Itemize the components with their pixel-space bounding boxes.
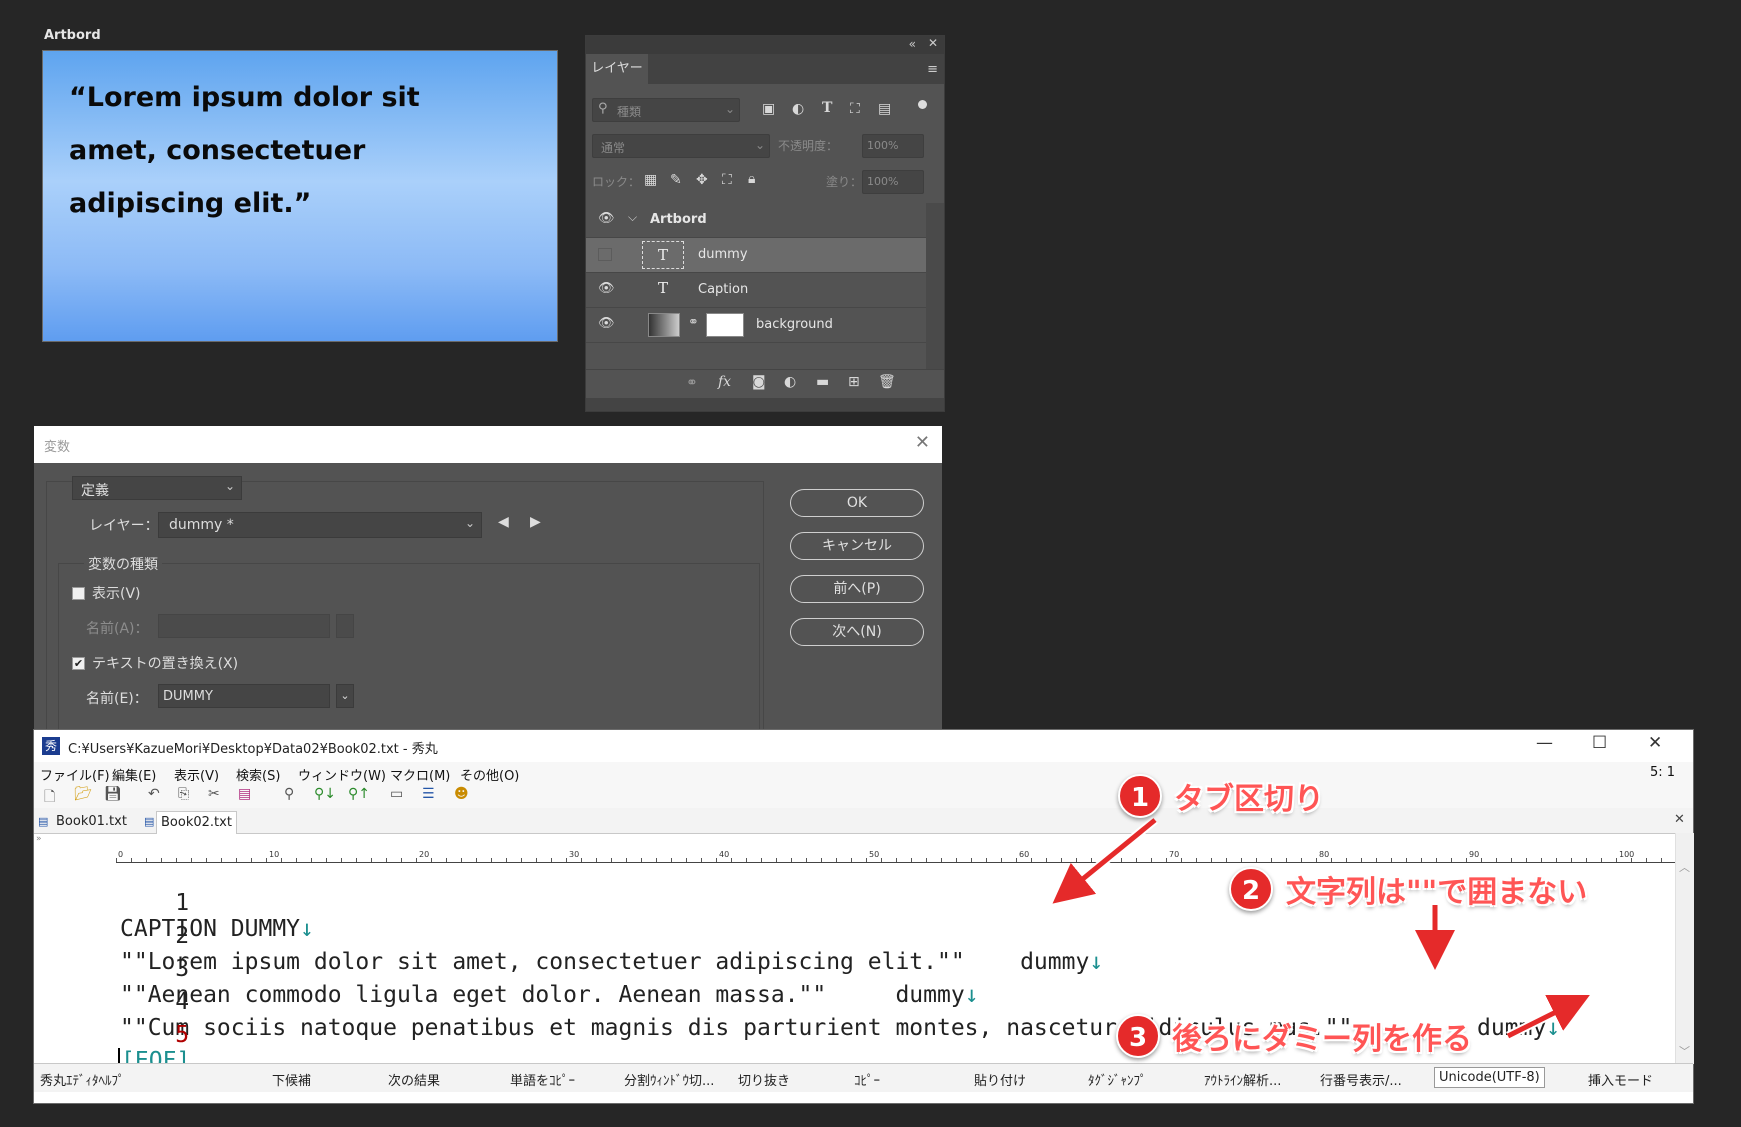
annotation-no-quotes: 文字列は""で囲まない: [1286, 875, 1588, 910]
annotation-badge-2: 2: [1229, 867, 1273, 911]
annotation-tab-delimited: タブ区切り: [1174, 782, 1324, 817]
annotation-badge-1: 1: [1118, 774, 1162, 818]
arrow-1: [1052, 818, 1157, 904]
annotation-arrows: [1052, 816, 1590, 1041]
annotation-badge-3: 3: [1116, 1014, 1160, 1058]
arrow-3: [1506, 995, 1590, 1039]
annotation-dummy-column: 後ろにダミー列を作る: [1172, 1022, 1472, 1057]
